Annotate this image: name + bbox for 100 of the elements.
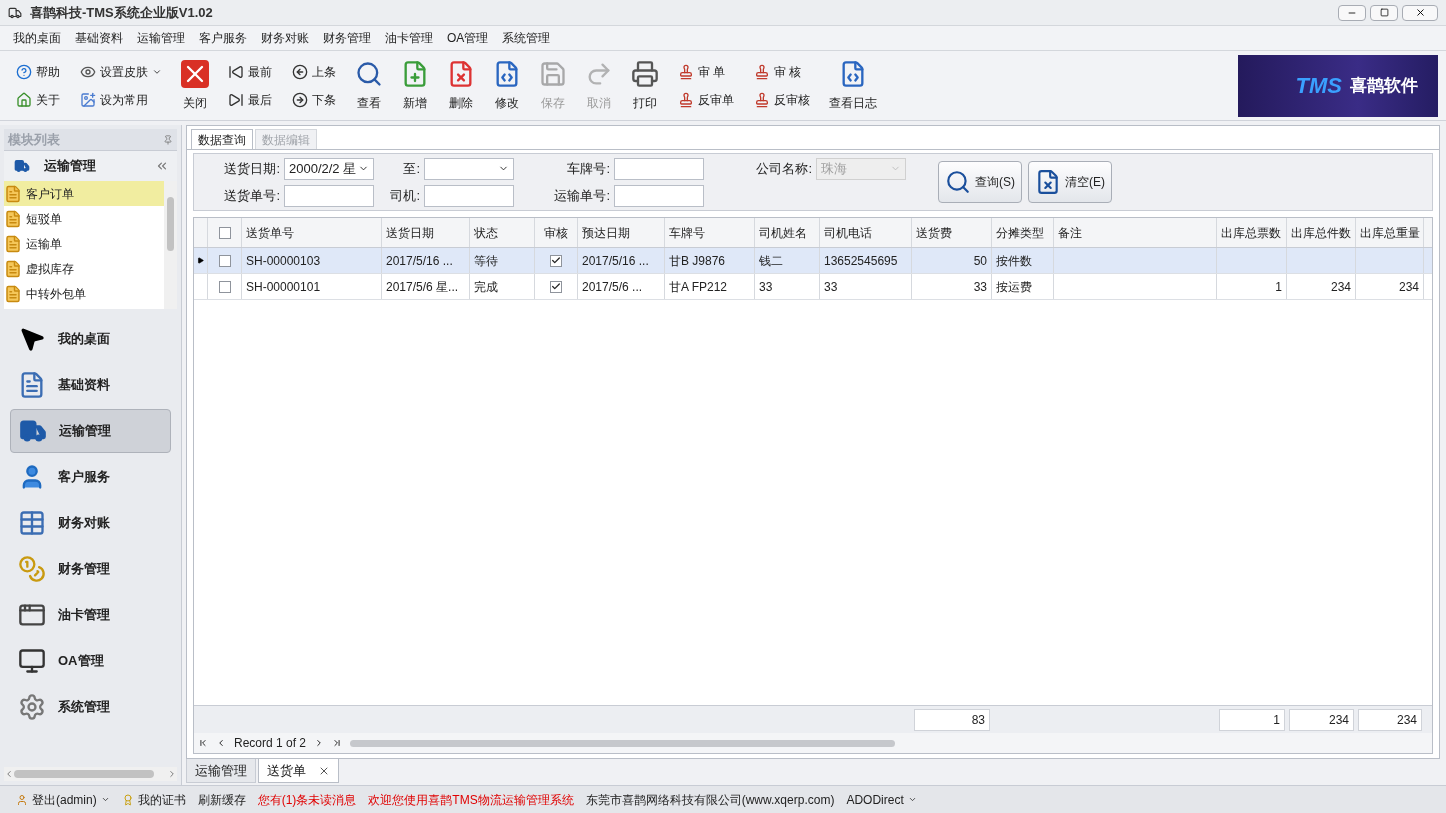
search-button[interactable]: 查询(S) bbox=[938, 161, 1022, 203]
scrollbar[interactable] bbox=[164, 181, 177, 309]
toolbar-button[interactable]: 上条 bbox=[288, 60, 340, 83]
module-list-item[interactable]: 虚拟库存 bbox=[4, 256, 164, 281]
column-header[interactable]: 备注 bbox=[1054, 218, 1217, 247]
close-button[interactable] bbox=[1402, 4, 1438, 21]
toolbar-button[interactable]: 查看日志 bbox=[822, 54, 884, 117]
table-cell: SH-00000101 bbox=[242, 274, 382, 299]
toolbar-button[interactable]: 查看 bbox=[348, 54, 390, 117]
toolbar-button[interactable]: 删除 bbox=[440, 54, 482, 117]
input-field[interactable] bbox=[614, 184, 704, 207]
toolbar-button[interactable]: 打印 bbox=[624, 54, 666, 117]
table-row[interactable]: SH-00000101 2017/5/6 星... 完成 2017/5/6 ... 甘A FP212 33 33 33 按运费 1 234 234 bbox=[194, 274, 1432, 300]
menu-item[interactable]: 系统管理 bbox=[495, 29, 558, 47]
checkbox[interactable] bbox=[550, 280, 562, 293]
dropdown-field[interactable] bbox=[424, 157, 514, 180]
toolbar-button[interactable]: 关于 bbox=[12, 88, 64, 111]
collapse-icon[interactable] bbox=[155, 159, 169, 173]
column-header[interactable]: 预达日期 bbox=[578, 218, 665, 247]
nav-button[interactable]: 基础资料 bbox=[10, 363, 171, 407]
stamp-icon bbox=[678, 91, 694, 108]
column-header[interactable]: 出库总票数 bbox=[1217, 218, 1287, 247]
clear-button[interactable]: 清空(E) bbox=[1028, 161, 1112, 203]
status-text[interactable]: 刷新缓存 bbox=[197, 790, 246, 809]
nav-button[interactable]: 系统管理 bbox=[10, 685, 171, 729]
toolbar-button[interactable]: 关闭 bbox=[174, 54, 216, 117]
save-icon bbox=[539, 59, 567, 88]
menu-item[interactable]: 油卡管理 bbox=[378, 29, 440, 47]
scroll-left-icon[interactable] bbox=[4, 769, 14, 779]
input-field[interactable] bbox=[424, 184, 514, 207]
toolbar-button[interactable]: 下条 bbox=[288, 88, 340, 111]
status-button[interactable]: 登出(admin) bbox=[16, 790, 110, 809]
minimize-button[interactable] bbox=[1338, 4, 1366, 21]
first-page-icon[interactable] bbox=[198, 738, 208, 748]
document-tab[interactable]: 送货单 bbox=[258, 759, 339, 783]
module-list-item[interactable]: 短驳单 bbox=[4, 206, 164, 231]
column-header[interactable]: 出库总件数 bbox=[1287, 218, 1356, 247]
nav-button[interactable]: 我的桌面 bbox=[10, 317, 171, 361]
nav-button[interactable]: 油卡管理 bbox=[10, 593, 171, 637]
menu-item[interactable]: 我的桌面 bbox=[6, 29, 68, 47]
last-icon bbox=[228, 91, 244, 108]
menu-item[interactable]: 客户服务 bbox=[192, 29, 254, 47]
toolbar-button[interactable]: 反审核 bbox=[750, 88, 814, 111]
document-tab[interactable]: 运输管理 bbox=[186, 759, 256, 783]
nav-button[interactable]: 财务对账 bbox=[10, 501, 171, 545]
scroll-right-icon[interactable] bbox=[167, 769, 177, 779]
column-header[interactable]: 出库总重量 bbox=[1356, 218, 1424, 247]
module-list-item[interactable]: 运输单 bbox=[4, 231, 164, 256]
column-header[interactable]: 车牌号 bbox=[665, 218, 755, 247]
menu-item[interactable]: OA管理 bbox=[440, 29, 496, 47]
module-list-item[interactable]: 中转外包单 bbox=[4, 281, 164, 306]
toolbar-button[interactable]: 帮助 bbox=[12, 60, 64, 83]
checkbox[interactable] bbox=[550, 254, 562, 267]
column-header[interactable]: 审核 bbox=[535, 218, 578, 247]
checkbox[interactable] bbox=[218, 226, 231, 239]
module-list-item[interactable]: 客户订单 bbox=[4, 181, 164, 206]
menu-item[interactable]: 基础资料 bbox=[68, 29, 130, 47]
nav-button[interactable]: 财务管理 bbox=[10, 547, 171, 591]
toolbar-button[interactable]: 审 单 bbox=[674, 60, 738, 83]
input-field[interactable] bbox=[614, 157, 704, 180]
toolbar-button[interactable]: 设置皮肤 bbox=[76, 60, 166, 83]
previous-icon[interactable] bbox=[216, 738, 226, 748]
column-header[interactable]: 送货单号 bbox=[242, 218, 382, 247]
column-header[interactable]: 送货费 bbox=[912, 218, 992, 247]
window-title: 喜鹊科技-TMS系统企业版V1.02 bbox=[30, 3, 213, 22]
dropdown-field[interactable]: 2000/2/2 星 bbox=[284, 157, 374, 180]
toolbar-button[interactable]: 最前 bbox=[224, 60, 276, 83]
caret-icon bbox=[100, 795, 110, 804]
toolbar-button[interactable]: 反审单 bbox=[674, 88, 738, 111]
table-cell: 2017/5/6 ... bbox=[578, 274, 665, 299]
toolbar-button[interactable]: 设为常用 bbox=[76, 88, 166, 111]
column-header[interactable]: 司机姓名 bbox=[755, 218, 820, 247]
input-field[interactable] bbox=[284, 184, 374, 207]
image-icon bbox=[80, 91, 96, 108]
toolbar-button[interactable]: 最后 bbox=[224, 88, 276, 111]
status-button[interactable]: ADODirect bbox=[846, 790, 917, 809]
toolbar-button[interactable]: 修改 bbox=[486, 54, 528, 117]
nav-button[interactable]: 客户服务 bbox=[10, 455, 171, 499]
maximize-button[interactable] bbox=[1370, 4, 1398, 21]
checkbox[interactable] bbox=[218, 280, 231, 293]
toolbar-button[interactable]: 新增 bbox=[394, 54, 436, 117]
scrollbar[interactable] bbox=[4, 767, 177, 781]
status-button[interactable]: 我的证书 bbox=[121, 790, 186, 809]
pin-icon[interactable] bbox=[163, 134, 173, 145]
column-header[interactable]: 送货日期 bbox=[382, 218, 470, 247]
column-header[interactable]: 状态 bbox=[470, 218, 535, 247]
column-header[interactable]: 司机电话 bbox=[820, 218, 912, 247]
nav-button[interactable]: OA管理 bbox=[10, 639, 171, 683]
menu-item[interactable]: 财务管理 bbox=[316, 29, 378, 47]
column-header[interactable]: 分摊类型 bbox=[992, 218, 1054, 247]
logo-mark: TMS bbox=[1295, 72, 1342, 100]
last-page-icon[interactable] bbox=[332, 738, 343, 748]
tab[interactable]: 数据查询 bbox=[191, 129, 253, 149]
checkbox[interactable] bbox=[218, 254, 231, 267]
toolbar-button[interactable]: 审 核 bbox=[750, 60, 814, 83]
menu-item[interactable]: 运输管理 bbox=[130, 29, 192, 47]
table-row[interactable]: SH-00000103 2017/5/16 ... 等待 2017/5/16 ... 甘B J9876 钱二 13652545695 50 按件数 bbox=[194, 248, 1432, 274]
table-cell: SH-00000103 bbox=[242, 248, 382, 273]
nav-button[interactable]: 运输管理 bbox=[10, 409, 171, 453]
menu-item[interactable]: 财务对账 bbox=[254, 29, 316, 47]
